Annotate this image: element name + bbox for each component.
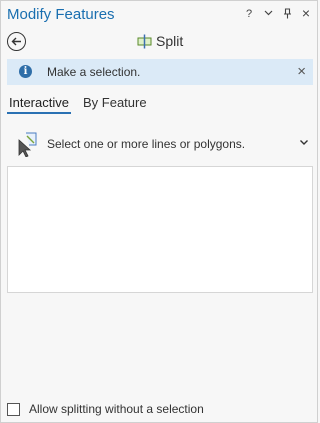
- selection-method-dropdown[interactable]: Select one or more lines or polygons.: [7, 129, 313, 159]
- pin-button[interactable]: [282, 8, 292, 22]
- split-icon: [137, 34, 152, 48]
- pin-icon: [283, 8, 291, 19]
- info-icon: i: [19, 65, 32, 78]
- pane-menu-button[interactable]: [263, 8, 273, 22]
- selection-list[interactable]: [7, 166, 313, 293]
- close-pane-button[interactable]: ×: [301, 6, 311, 22]
- tab-by-feature[interactable]: By Feature: [81, 94, 149, 114]
- tool-title: Split: [156, 33, 184, 49]
- back-arrow-icon: [11, 37, 21, 46]
- allow-splitting-option[interactable]: Allow splitting without a selection: [7, 401, 204, 417]
- help-button[interactable]: ?: [244, 8, 254, 22]
- banner-message: Make a selection.: [47, 65, 141, 79]
- tool-heading: Split: [137, 33, 183, 49]
- select-lines-polygons-icon: [18, 132, 37, 157]
- pane-titlebar: Modify Features ? ×: [1, 1, 317, 29]
- selection-method-text: Select one or more lines or polygons.: [47, 137, 246, 151]
- chevron-down-icon: [300, 140, 308, 145]
- modify-features-pane: Modify Features ? × Split i Make a selec…: [0, 0, 318, 423]
- back-button[interactable]: [7, 32, 26, 51]
- tool-header: Split: [1, 30, 317, 54]
- tab-strip: Interactive By Feature: [7, 94, 149, 114]
- pane-controls: ? ×: [244, 6, 311, 22]
- tab-interactive[interactable]: Interactive: [7, 94, 71, 114]
- allow-splitting-label: Allow splitting without a selection: [29, 402, 204, 416]
- chevron-down-icon: [264, 10, 272, 16]
- pane-title: Modify Features: [7, 6, 115, 23]
- banner-close-button[interactable]: ×: [297, 63, 306, 80]
- allow-splitting-checkbox[interactable]: [7, 402, 20, 416]
- info-banner: i Make a selection. ×: [7, 59, 313, 85]
